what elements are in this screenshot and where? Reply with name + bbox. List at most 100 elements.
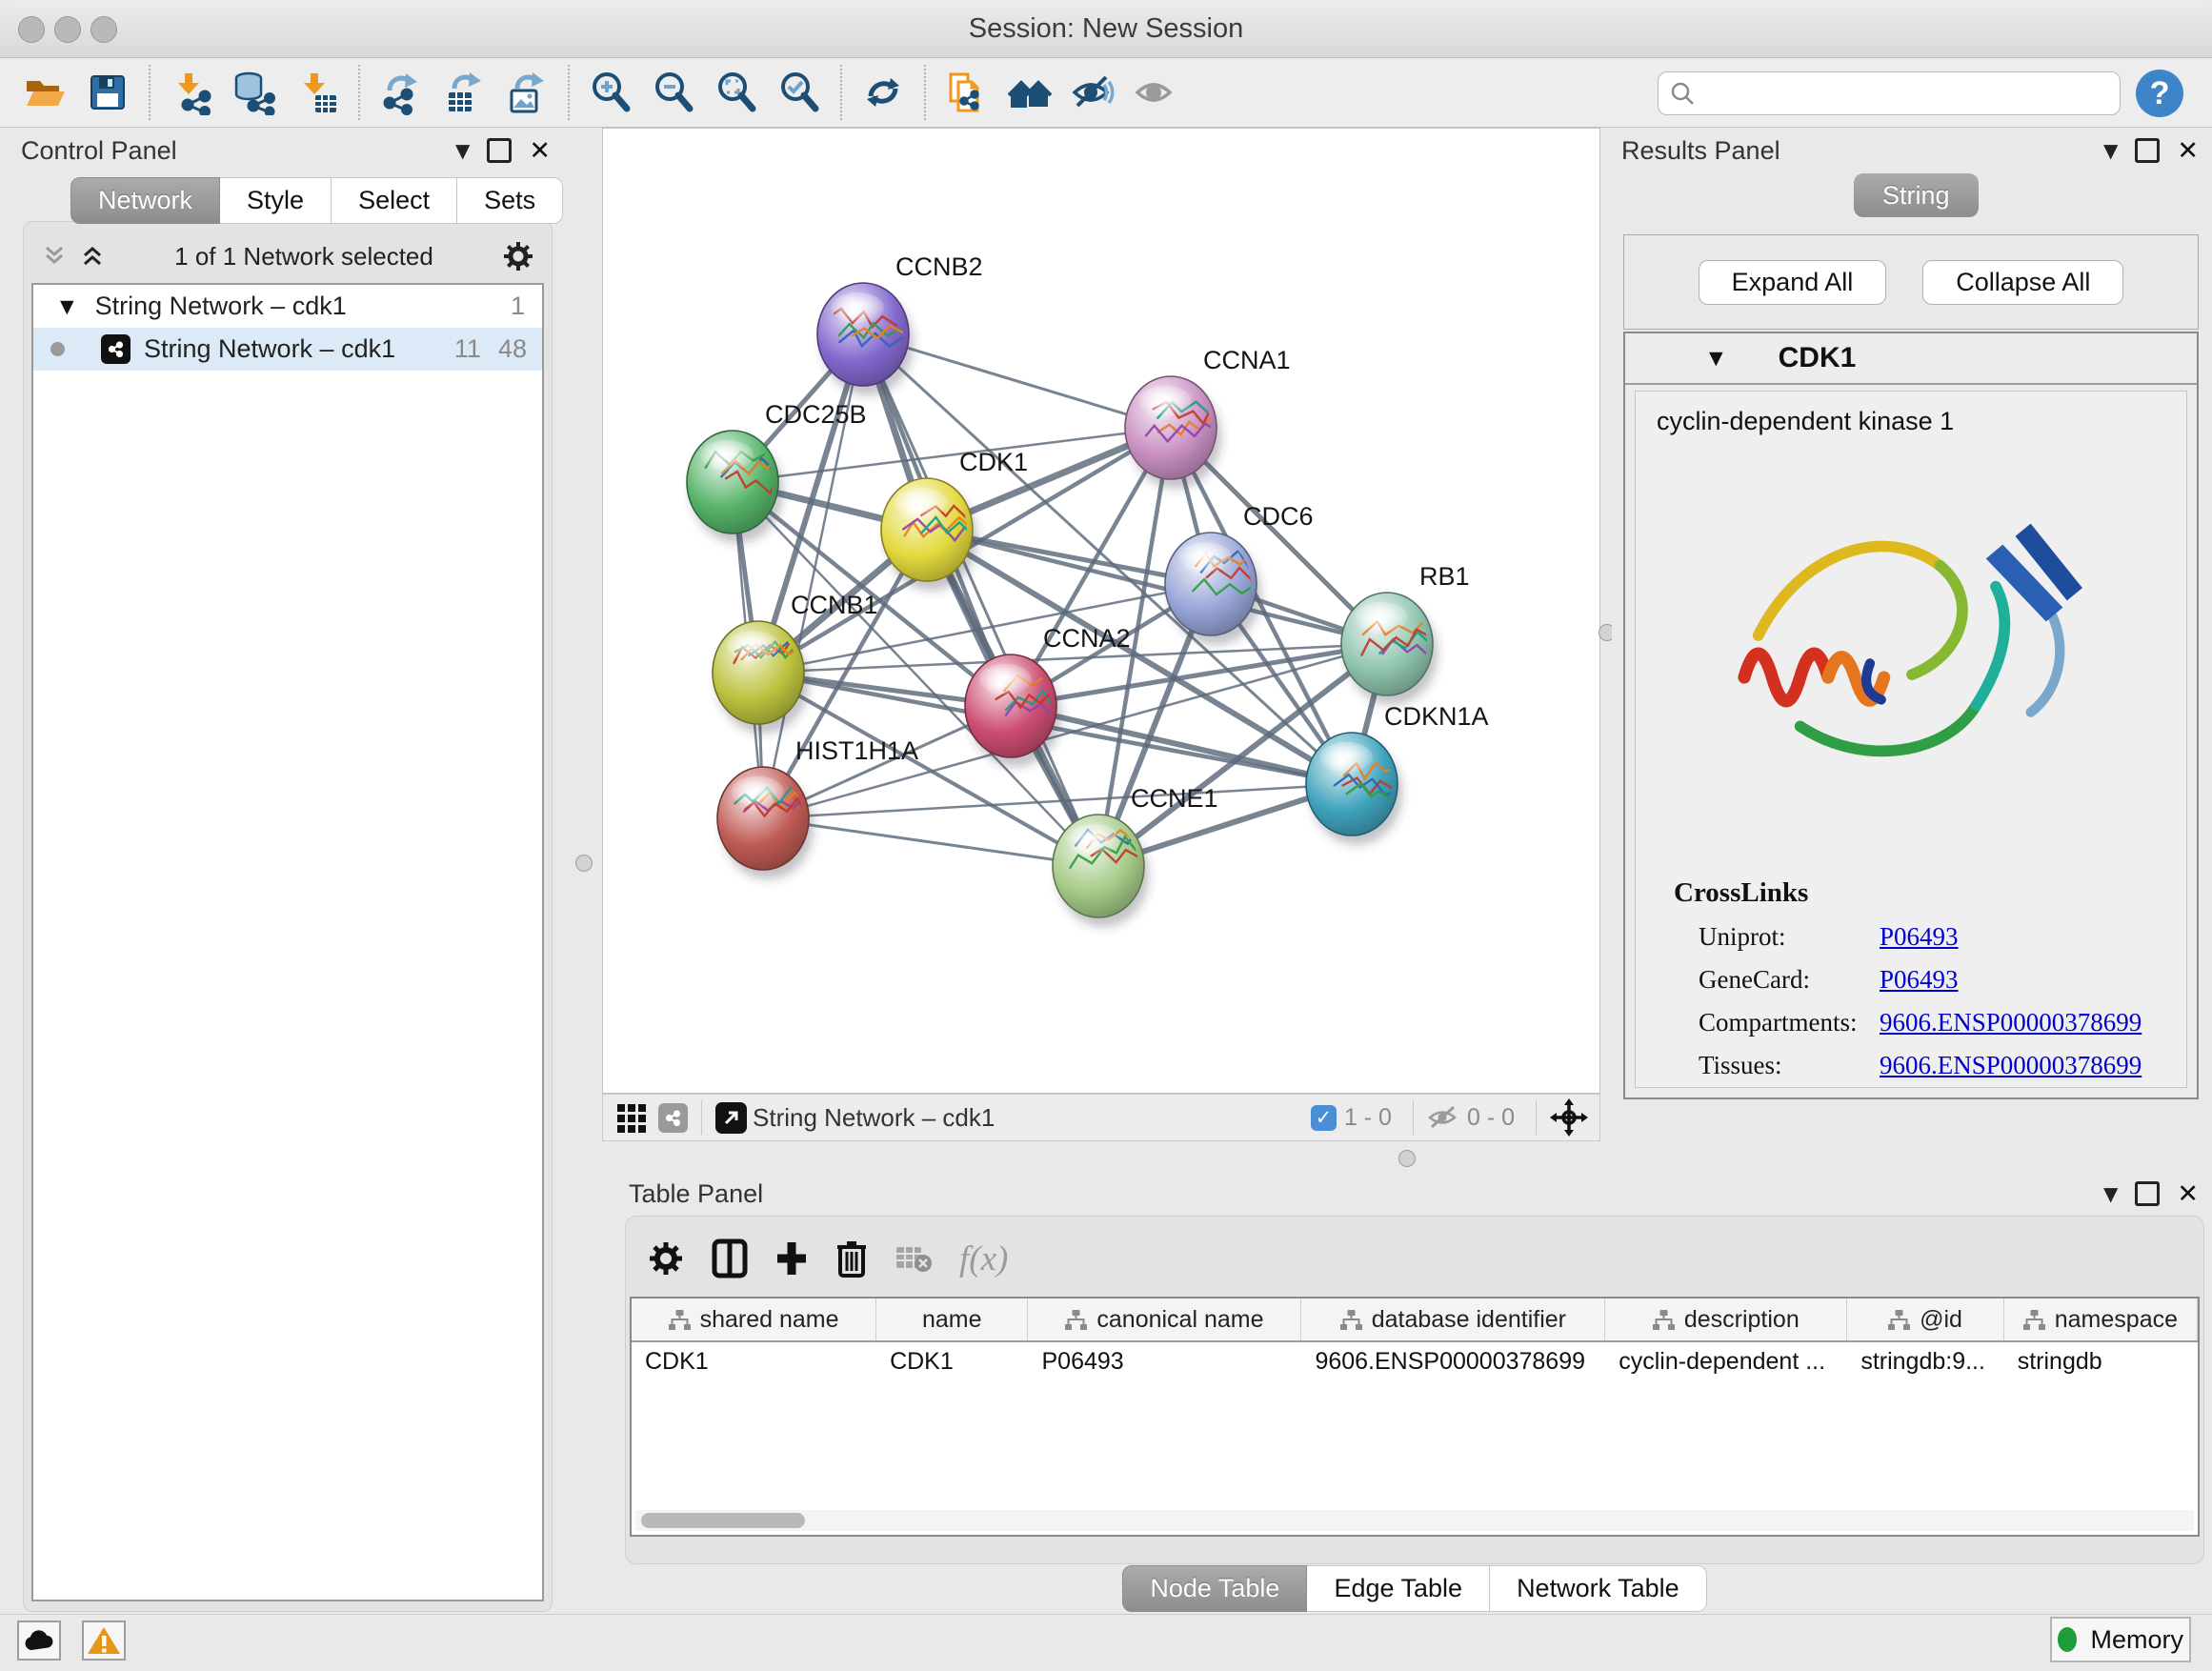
- zoom-in-button[interactable]: [582, 64, 639, 121]
- create-column-button[interactable]: [774, 1239, 809, 1278]
- tab-network-table[interactable]: Network Table: [1490, 1565, 1707, 1612]
- network-edge-CCNA2-CDKN1A[interactable]: [1011, 706, 1352, 784]
- apply-layout-button[interactable]: [855, 64, 912, 121]
- export-image-button[interactable]: [498, 64, 555, 121]
- network-node-CDC6[interactable]: CDC6: [1165, 502, 1314, 645]
- table-cell[interactable]: 9606.ENSP00000378699: [1301, 1342, 1605, 1380]
- show-columns-button[interactable]: [712, 1238, 748, 1278]
- birds-eye-crosshair-icon[interactable]: [1550, 1098, 1588, 1137]
- gene-header[interactable]: ▼ CDK1: [1625, 333, 2197, 385]
- gear-icon[interactable]: [502, 240, 534, 272]
- horizontal-scrollbar[interactable]: [635, 1510, 2194, 1531]
- zoom-selected-button[interactable]: [771, 64, 828, 121]
- table-cell[interactable]: stringdb: [2004, 1342, 2198, 1380]
- column-header--id[interactable]: @id: [1847, 1299, 2003, 1340]
- selected-nodes-checkbox[interactable]: ✓: [1311, 1105, 1337, 1131]
- grid-toggle-button[interactable]: [614, 1100, 649, 1135]
- tab-network[interactable]: Network: [70, 177, 220, 224]
- tab-string[interactable]: String: [1854, 173, 1979, 217]
- hidden-eye-icon[interactable]: [1427, 1103, 1459, 1132]
- column-header-shared-name[interactable]: shared name: [632, 1299, 876, 1340]
- close-panel-icon[interactable]: ✕: [2177, 136, 2199, 166]
- expand-all-chevrons-icon[interactable]: [79, 244, 106, 269]
- crosslink-value-link[interactable]: P06493: [1880, 922, 1959, 952]
- float-panel-icon[interactable]: [487, 138, 512, 163]
- table-cell[interactable]: cyclin-dependent ...: [1605, 1342, 1847, 1380]
- import-network-file-button[interactable]: [163, 64, 220, 121]
- network-node-CCNE1[interactable]: CCNE1: [1053, 784, 1218, 927]
- export-network-button[interactable]: [372, 64, 430, 121]
- tab-edge-table[interactable]: Edge Table: [1307, 1565, 1490, 1612]
- new-network-from-selection-button[interactable]: [938, 64, 995, 121]
- column-header-description[interactable]: description: [1605, 1299, 1847, 1340]
- help-button[interactable]: ?: [2136, 70, 2183, 117]
- function-builder-button[interactable]: f(x): [959, 1238, 1008, 1279]
- network-node-CCNA1[interactable]: CCNA1: [1125, 346, 1291, 489]
- gene-collapse-icon[interactable]: ▼: [1709, 348, 1723, 369]
- close-panel-icon[interactable]: ✕: [2177, 1179, 2199, 1209]
- crosslink-row: GeneCard:P06493: [1674, 965, 2167, 995]
- network-edge-CCNB2-CCNE1[interactable]: [863, 334, 1098, 866]
- delete-table-button[interactable]: [895, 1243, 933, 1274]
- float-panel-icon[interactable]: [2135, 1181, 2160, 1206]
- import-network-database-button[interactable]: [226, 64, 283, 121]
- column-header-canonical-name[interactable]: canonical name: [1028, 1299, 1301, 1340]
- expand-all-button[interactable]: Expand All: [1699, 260, 1887, 305]
- collection-expand-icon[interactable]: ▼: [60, 296, 74, 317]
- open-session-button[interactable]: [16, 64, 73, 121]
- network-view-title: String Network – cdk1: [753, 1103, 1311, 1133]
- panel-menu-icon[interactable]: ▼: [455, 139, 470, 162]
- first-neighbors-button[interactable]: [1001, 64, 1058, 121]
- save-floppy-icon: [85, 70, 131, 115]
- table-settings-button[interactable]: [647, 1239, 685, 1278]
- collapse-all-chevrons-icon[interactable]: [41, 244, 68, 269]
- scrollbar-thumb[interactable]: [641, 1513, 805, 1528]
- zoom-fit-button[interactable]: [708, 64, 765, 121]
- float-panel-icon[interactable]: [2135, 138, 2160, 163]
- save-session-button[interactable]: [79, 64, 136, 121]
- column-header-database-identifier[interactable]: database identifier: [1301, 1299, 1605, 1340]
- network-node-CCNB2[interactable]: CCNB2: [817, 252, 983, 395]
- collapse-all-button[interactable]: Collapse All: [1922, 260, 2123, 305]
- table-cell[interactable]: P06493: [1029, 1342, 1302, 1380]
- memory-status-button[interactable]: Memory: [2050, 1617, 2191, 1662]
- delete-column-button[interactable]: [835, 1238, 868, 1278]
- table-cell[interactable]: CDK1: [876, 1342, 1028, 1380]
- hide-selected-button[interactable]: [1064, 64, 1121, 121]
- close-panel-icon[interactable]: ✕: [529, 136, 551, 166]
- tab-select[interactable]: Select: [332, 177, 457, 224]
- network-node-HIST1H1A[interactable]: HIST1H1A: [717, 736, 918, 879]
- network-collection-row[interactable]: ▼ String Network – cdk1 1: [33, 285, 542, 328]
- crosslink-value-link[interactable]: 9606.ENSP00000378699: [1880, 1008, 2142, 1037]
- horizontal-splitter-handle[interactable]: [1398, 1150, 1416, 1167]
- network-node-CCNA2[interactable]: CCNA2: [965, 624, 1131, 767]
- string-view-icon[interactable]: [658, 1103, 688, 1133]
- table-row[interactable]: CDK1CDK1P064939606.ENSP00000378699cyclin…: [632, 1342, 2198, 1380]
- table-cell[interactable]: stringdb:9...: [1847, 1342, 2003, 1380]
- search-input[interactable]: [1704, 78, 2120, 110]
- open-in-window-button[interactable]: [715, 1102, 747, 1134]
- network-canvas[interactable]: CCNB2CCNA1CDC25BCDK1CDC6RB1CCNB1CCNA2CDK…: [602, 128, 1600, 1094]
- crosslink-value-link[interactable]: 9606.ENSP00000378699: [1880, 1051, 2142, 1080]
- export-table-button[interactable]: [435, 64, 493, 121]
- automation-status-button[interactable]: [17, 1621, 61, 1661]
- tab-sets[interactable]: Sets: [457, 177, 563, 224]
- table-cell[interactable]: CDK1: [632, 1342, 876, 1380]
- crosslink-value-link[interactable]: P06493: [1880, 965, 1959, 995]
- column-header-namespace[interactable]: namespace: [2004, 1299, 2198, 1340]
- show-all-button[interactable]: [1127, 64, 1184, 121]
- panel-menu-icon[interactable]: ▼: [2103, 1182, 2118, 1205]
- network-node-CDK1[interactable]: CDK1: [881, 448, 1028, 591]
- panel-menu-icon[interactable]: ▼: [2103, 139, 2118, 162]
- zoom-out-button[interactable]: [645, 64, 702, 121]
- left-splitter-handle[interactable]: [575, 855, 593, 872]
- import-table-file-button[interactable]: [289, 64, 346, 121]
- tab-style[interactable]: Style: [220, 177, 332, 224]
- tab-node-table[interactable]: Node Table: [1122, 1565, 1307, 1612]
- network-node-CDKN1A[interactable]: CDKN1A: [1306, 702, 1489, 845]
- network-row[interactable]: String Network – cdk1 11 48: [33, 328, 542, 371]
- network-node-RB1[interactable]: RB1: [1341, 562, 1470, 705]
- warnings-button[interactable]: [82, 1621, 126, 1661]
- column-header-name[interactable]: name: [876, 1299, 1028, 1340]
- network-node-CDC25B[interactable]: CDC25B: [687, 400, 867, 543]
